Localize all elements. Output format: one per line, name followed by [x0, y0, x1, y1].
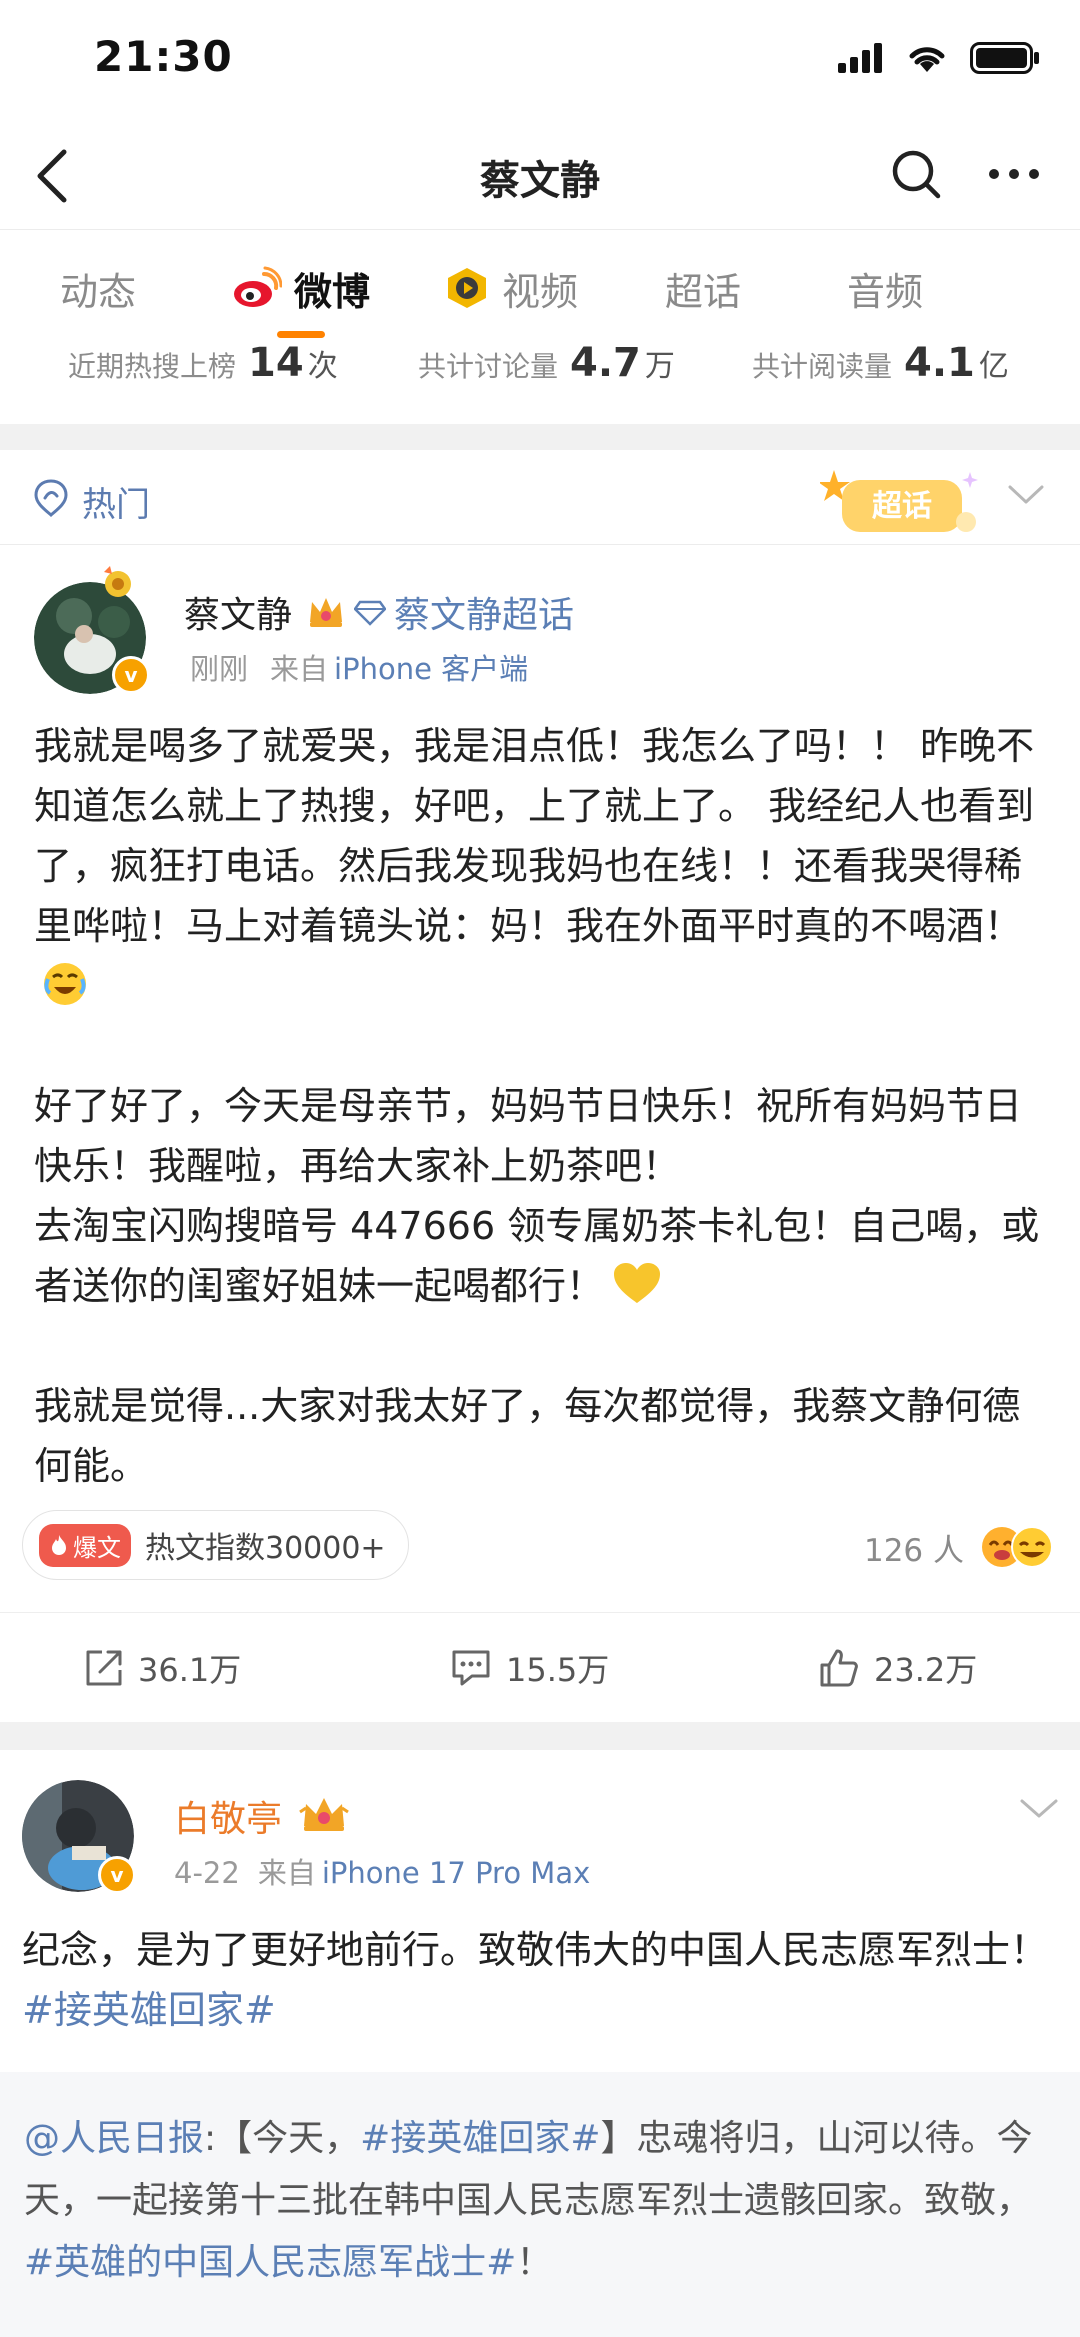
stats-row: 近期热搜上榜 14 次 共计讨论量 4.7 万 共计阅读量 4.1 亿	[0, 340, 1080, 420]
crown-icon	[310, 598, 342, 627]
tab-label: 音频	[846, 269, 923, 314]
hot-index-pill[interactable]: 爆文 热文指数30000+	[22, 1510, 409, 1580]
tab-label: 视频	[501, 269, 578, 314]
flame-icon	[52, 1535, 66, 1555]
share-icon	[86, 1650, 122, 1686]
mention-link[interactable]: @人民日报	[24, 2118, 204, 2159]
source-prefix: 来自	[257, 1856, 316, 1890]
crown-icon	[299, 1798, 349, 1831]
likers-count: 126 人	[863, 1532, 964, 1569]
repost-box[interactable]: @人民日报:【今天，#接英雄回家#】忠魂将归，山河以待。今天，一起接第十三批在韩…	[0, 2072, 1080, 2337]
comment-button[interactable]: 15.5万	[450, 1643, 609, 1693]
tab-weibo[interactable]: 微博	[196, 232, 406, 344]
post-source[interactable]: iPhone 客户端	[334, 652, 528, 686]
tab-video[interactable]: 视频	[406, 232, 616, 344]
comment-icon	[452, 1650, 490, 1686]
status-bar: 21:30	[0, 0, 1080, 120]
signal-icon	[838, 43, 882, 73]
weibo-logo-icon	[232, 266, 282, 310]
svg-text:超话: 超话	[872, 489, 932, 524]
repost-text: @人民日报:【今天，#接英雄回家#】忠魂将归，山河以待。今天，一起接第十三批在韩…	[24, 2118, 1033, 2283]
hot-label: 热门	[82, 485, 150, 525]
repost-button[interactable]: 36.1万	[84, 1643, 241, 1693]
status-icons	[838, 38, 1040, 78]
more-icon[interactable]	[984, 146, 1044, 202]
like-button[interactable]: 23.2万	[818, 1643, 977, 1693]
thumbs-up-icon	[820, 1649, 858, 1687]
hashtag-link[interactable]: #接英雄回家#	[22, 1988, 276, 2032]
hot-tag: 爆文	[39, 1523, 131, 1567]
chaohua-badge-icon[interactable]: 超话	[818, 464, 990, 542]
tab-label: 超话	[664, 269, 741, 314]
stat-hot-search: 近期热搜上榜 14 次	[68, 340, 338, 386]
profile-tabs: 动态 微博 视频 超话 音频	[0, 232, 1080, 344]
yellow-heart-icon	[612, 1261, 662, 1307]
stat-discussion: 共计讨论量 4.7 万	[418, 340, 675, 386]
tab-chaohua[interactable]: 超话	[616, 232, 790, 344]
post-time: 刚刚	[190, 652, 249, 686]
tab-label: 动态	[59, 269, 136, 314]
post-time: 4-22	[174, 1856, 240, 1890]
post-source[interactable]: iPhone 17 Pro Max	[322, 1856, 590, 1890]
topic-link[interactable]: 蔡文静超话	[394, 586, 574, 638]
post-author[interactable]: 白敬亭	[174, 1790, 282, 1842]
tab-dynamic[interactable]: 动态	[0, 232, 196, 344]
avatar-ornament-icon	[96, 562, 138, 602]
video-badge-icon	[444, 266, 490, 310]
status-time: 21:30	[94, 32, 233, 81]
search-icon[interactable]	[888, 146, 944, 202]
hot-index-text: 热文指数30000+	[145, 1531, 386, 1566]
post-body: 我就是喝多了就爱哭，我是泪点低！我怎么了吗！！ 昨晚不知道怎么就上了热搜，好吧，…	[34, 716, 1054, 1496]
verified-badge-icon: v	[112, 656, 150, 694]
chevron-down-icon[interactable]	[1006, 482, 1046, 508]
post-paragraph: 去淘宝闪购搜暗号 447666 领专属奶茶卡礼包！自己喝，或者送你的闺蜜好姐妹一…	[34, 1204, 1040, 1308]
tab-label: 微博	[293, 269, 370, 314]
post-author[interactable]: 蔡文静	[184, 586, 292, 638]
chevron-down-icon[interactable]	[1018, 1796, 1060, 1822]
post-meta: 4-22 来自 iPhone 17 Pro Max	[174, 1850, 590, 1892]
section-divider	[0, 424, 1080, 450]
section-divider	[0, 1722, 1080, 1750]
diamond-icon	[354, 600, 386, 626]
hot-location-icon	[34, 479, 68, 517]
verified-badge-icon: v	[98, 1856, 136, 1894]
post-paragraph: 我就是觉得...大家对我太好了，每次都觉得，我蔡文静何德何能。	[34, 1384, 1021, 1488]
nav-bar: 蔡文静	[0, 120, 1080, 230]
hot-section-header[interactable]: 热门 超话	[0, 450, 1080, 545]
emoji-reactions-icon	[982, 1526, 1053, 1568]
post-body: 纪念，是为了更好地前行。致敬伟大的中国人民志愿军烈士！#接英雄回家#	[22, 1928, 1049, 2032]
post-meta: 刚刚 来自 iPhone 客户端	[190, 646, 528, 688]
source-prefix: 来自	[270, 652, 329, 686]
post-actions: 36.1万 15.5万 23.2万	[0, 1612, 1080, 1722]
tab-audio[interactable]: 音频	[790, 232, 980, 344]
post-paragraph: 我就是喝多了就爱哭，我是泪点低！我怎么了吗！！ 昨晚不知道怎么就上了热搜，好吧，…	[34, 716, 1054, 1016]
post-paragraph: 好了好了，今天是母亲节，妈妈节日快乐！祝所有妈妈节日快乐！我醒啦，再给大家补上奶…	[34, 1084, 1023, 1188]
stat-reads: 共计阅读量 4.1 亿	[752, 340, 1009, 386]
wifi-icon	[909, 47, 945, 72]
battery-icon	[970, 42, 1039, 74]
hashtag-link[interactable]: #接英雄回家#	[360, 2118, 600, 2159]
hashtag-link[interactable]: #英雄的中国人民志愿军战士#	[24, 2242, 516, 2283]
likers-summary[interactable]: 126 人	[864, 1523, 1058, 1571]
laugh-cry-emoji-icon	[42, 961, 88, 1007]
